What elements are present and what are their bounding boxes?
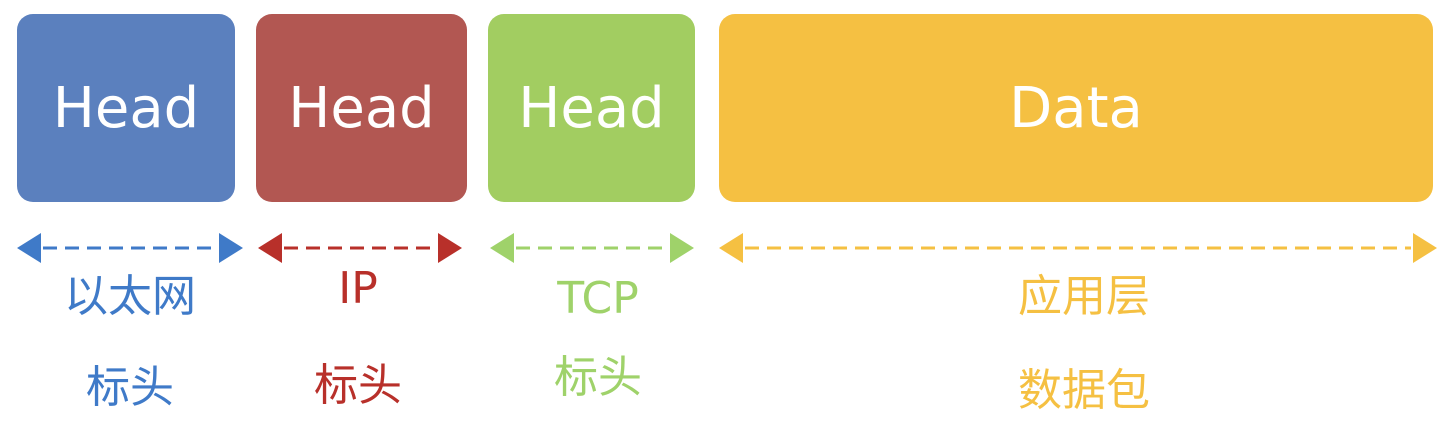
- tcp-label-line1: TCP: [557, 273, 639, 324]
- ip-head-text: Head: [288, 75, 435, 141]
- application-label-line2: 数据包: [1018, 365, 1150, 416]
- ethernet-label-line1: 以太网: [64, 271, 196, 322]
- ethernet-label-line2: 标头: [86, 362, 174, 413]
- ip-label-line1: IP: [338, 263, 378, 314]
- tcp-label-line2: 标头: [554, 352, 642, 403]
- application-span-arrow: [719, 233, 1437, 263]
- ethernet-span-arrow: [17, 233, 243, 263]
- ip-label-line2: 标头: [314, 360, 402, 411]
- tcp-head-block: Head: [488, 14, 695, 202]
- ethernet-head-text: Head: [52, 75, 200, 141]
- application-data-block: Data: [719, 14, 1433, 202]
- ethernet-head-block: Head: [17, 14, 235, 202]
- tcp-span-arrow: [490, 233, 694, 263]
- ip-head-block: Head: [256, 14, 467, 202]
- tcp-head-text: Head: [518, 75, 665, 141]
- application-data-text: Data: [1009, 75, 1143, 141]
- ip-span-arrow: [258, 233, 462, 263]
- application-label-line1: 应用层: [1018, 271, 1150, 322]
